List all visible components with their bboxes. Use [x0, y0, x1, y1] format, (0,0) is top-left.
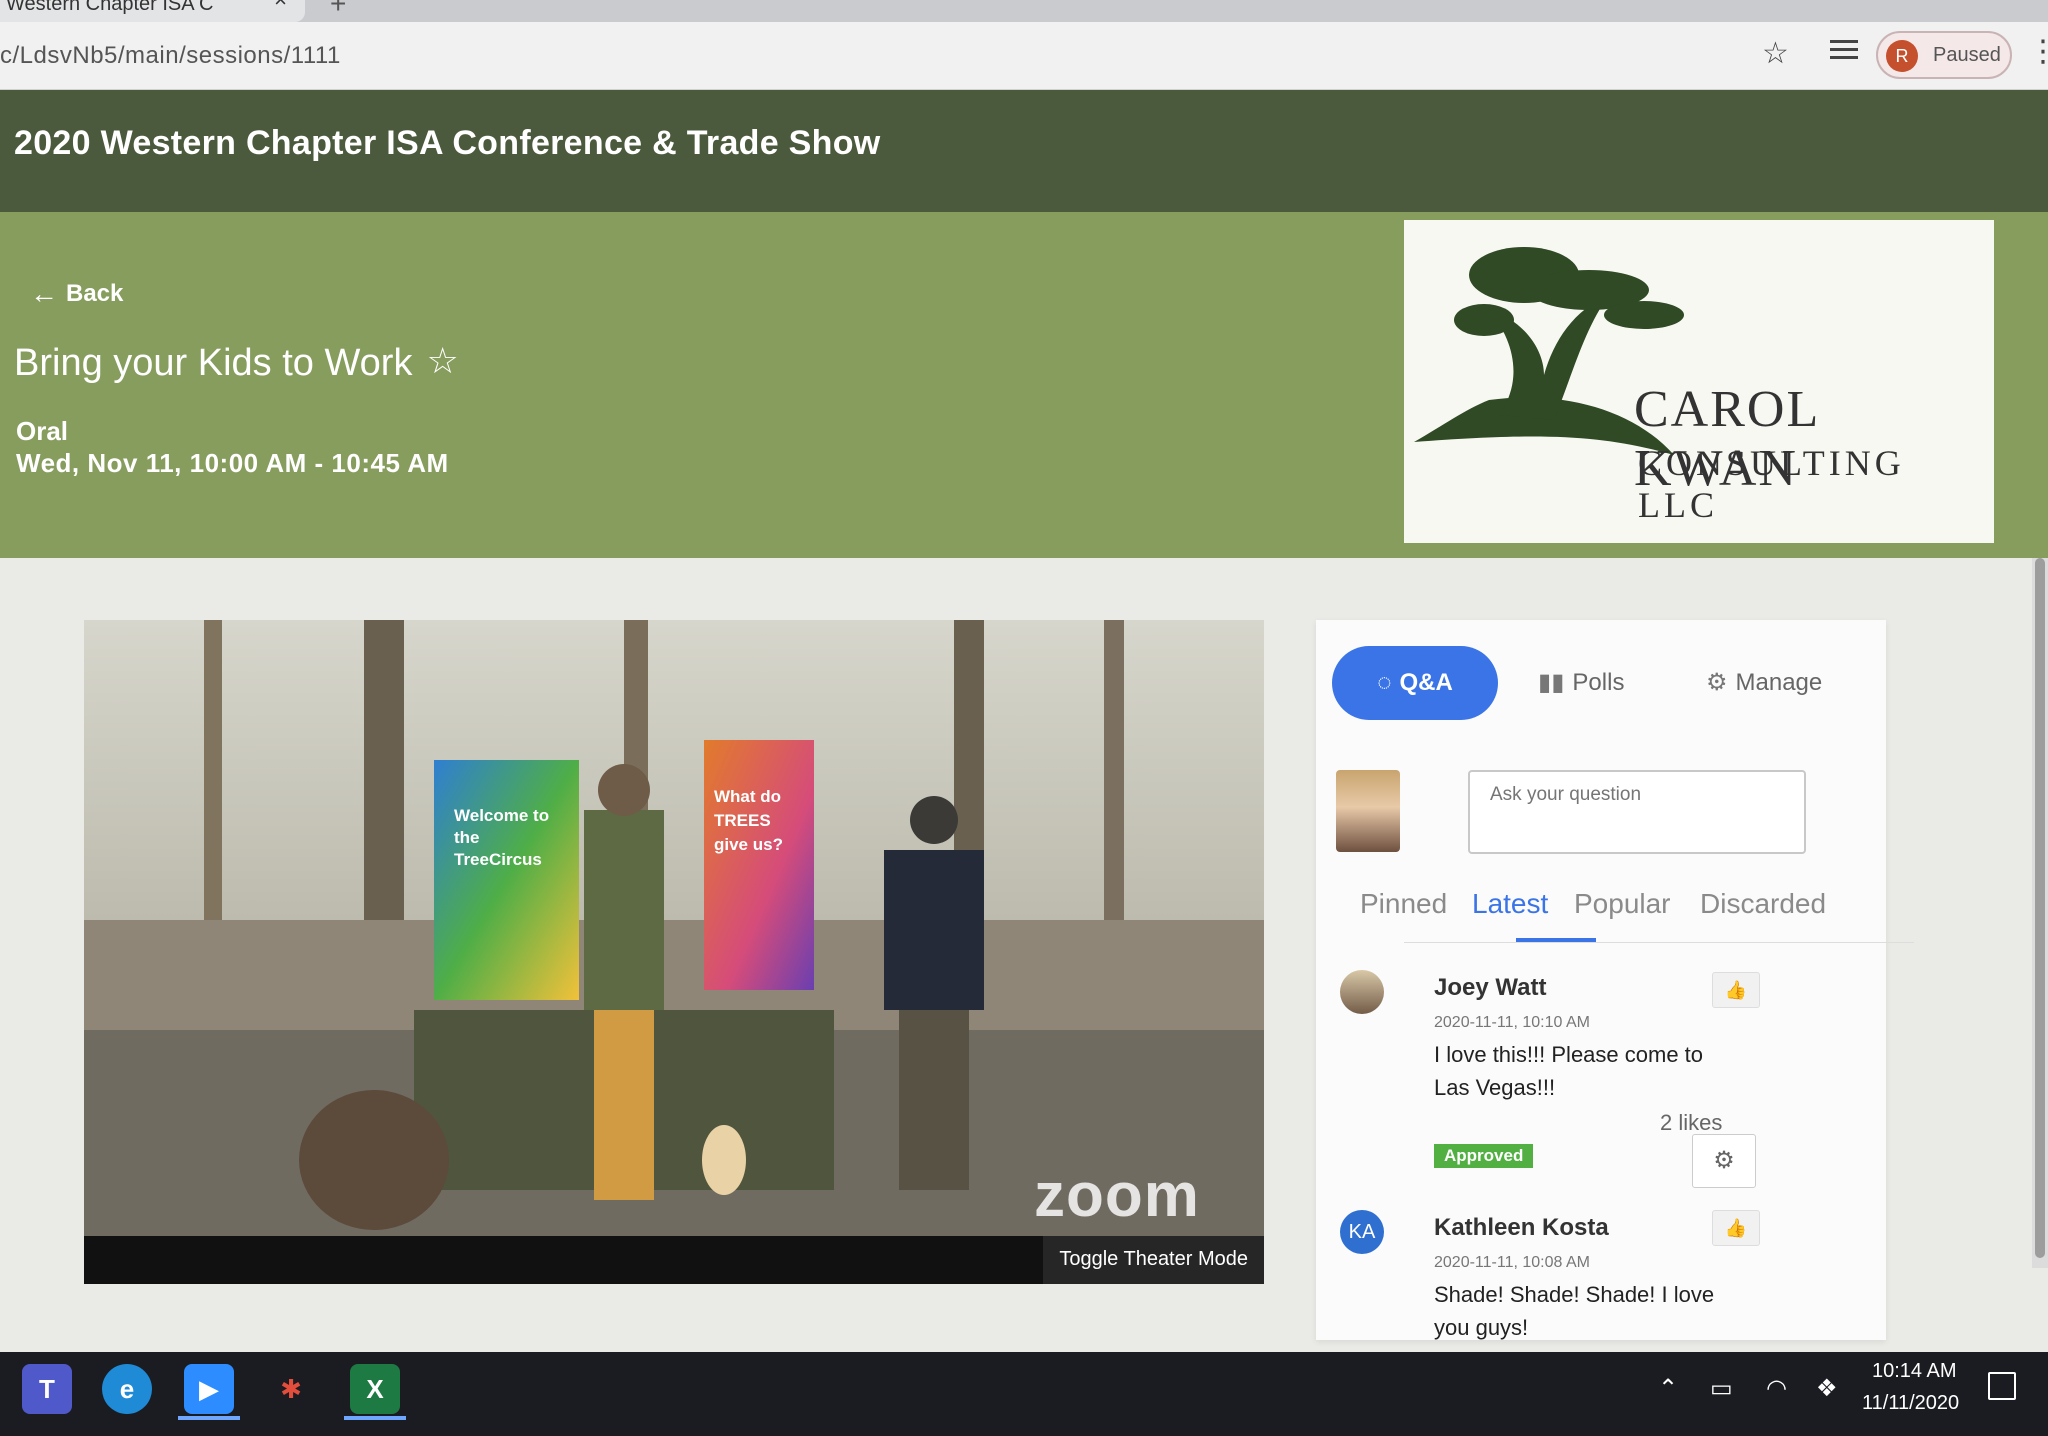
- sponsor-logo[interactable]: CAROL KWAN CONSULTING LLC: [1404, 220, 1994, 543]
- session-time: Wed, Nov 11, 10:00 AM - 10:45 AM: [16, 448, 449, 478]
- arrow-left-icon: ←: [30, 278, 58, 309]
- windows-taskbar: T e ▶ ✱ X ⌃ ▭ ◠ ❖ 10:14 AM 11/11/2020: [0, 1352, 2048, 1436]
- pinwheel-icon[interactable]: ✱: [266, 1364, 316, 1414]
- new-tab-icon[interactable]: +: [330, 0, 346, 20]
- edge-icon[interactable]: e: [102, 1364, 152, 1414]
- avatar: [1340, 970, 1384, 1014]
- zoom-watermark: zoom: [1034, 1161, 1200, 1230]
- sort-tab-pinned[interactable]: Pinned: [1360, 888, 1447, 920]
- gear-icon: ⚙: [1713, 1147, 1735, 1174]
- session-type: Oral: [16, 416, 69, 446]
- sort-divider: [1404, 942, 1914, 943]
- wifi-icon[interactable]: ◠: [1766, 1374, 1787, 1403]
- question-settings-button[interactable]: ⚙: [1692, 1134, 1756, 1188]
- reading-list-icon[interactable]: [1830, 40, 1858, 64]
- like-button[interactable]: 👍: [1712, 972, 1760, 1008]
- question-author: Joey Watt: [1434, 974, 1547, 1001]
- current-user-avatar: [1336, 770, 1400, 852]
- zoom-icon[interactable]: ▶: [184, 1364, 234, 1414]
- notification-icon[interactable]: [1988, 1372, 2016, 1400]
- thumbs-up-icon: 👍: [1724, 1218, 1748, 1238]
- likes-count: 2 likes: [1660, 1110, 1723, 1135]
- gear-icon: ⚙: [1706, 669, 1728, 696]
- site-title[interactable]: 2020 Western Chapter ISA Conference & Tr…: [14, 124, 881, 163]
- browser-tab-title: Western Chapter ISA C: [6, 0, 214, 15]
- sort-tab-popular[interactable]: Popular: [1574, 888, 1671, 920]
- browser-menu-icon[interactable]: ⋮: [2028, 34, 2048, 69]
- page-scrollbar[interactable]: [2032, 558, 2048, 1268]
- profile-avatar: R: [1886, 40, 1918, 72]
- clock-date[interactable]: 11/11/2020: [1862, 1392, 1959, 1415]
- address-bar[interactable]: c/LdsvNb5/main/sessions/1111 ☆ R Paused …: [0, 22, 2048, 90]
- toggle-theater-button[interactable]: Toggle Theater Mode: [1043, 1236, 1264, 1284]
- back-button[interactable]: ← Back: [30, 278, 123, 310]
- url-text[interactable]: c/LdsvNb5/main/sessions/1111: [0, 42, 341, 70]
- thumbs-up-icon: 👍: [1724, 980, 1748, 1000]
- question-date: 2020-11-11, 10:10 AM: [1434, 1014, 1590, 1031]
- zoom-active-indicator: [178, 1416, 240, 1420]
- back-label: Back: [66, 280, 124, 307]
- like-button[interactable]: 👍: [1712, 1210, 1760, 1246]
- sort-tab-discarded[interactable]: Discarded: [1700, 888, 1826, 920]
- active-sort-indicator: [1516, 938, 1596, 942]
- session-title: Bring your Kids to Work ☆: [14, 340, 459, 385]
- excel-active-indicator: [344, 1416, 406, 1420]
- video-player[interactable]: Welcome to the TreeCircus What do TREES …: [84, 620, 1264, 1284]
- avatar: KA: [1340, 1210, 1384, 1254]
- profile-button[interactable]: R Paused: [1876, 31, 2012, 79]
- chat-icon: ◌: [1377, 669, 1392, 696]
- session-hero: ← Back Bring your Kids to Work ☆ Oral Wed,…: [0, 212, 2048, 558]
- status-badge: Approved: [1434, 1144, 1534, 1168]
- sponsor-subtitle: CONSULTING LLC: [1638, 443, 1905, 525]
- clock-time[interactable]: 10:14 AM: [1872, 1360, 1957, 1383]
- site-header: 2020 Western Chapter ISA Conference & Tr…: [0, 90, 2048, 212]
- tab-qa[interactable]: ◌ Q&A: [1332, 646, 1498, 720]
- battery-icon[interactable]: ▭: [1710, 1374, 1733, 1403]
- question-date: 2020-11-11, 10:08 AM: [1434, 1254, 1590, 1271]
- session-content: Welcome to the TreeCircus What do TREES …: [0, 558, 2048, 1352]
- browser-tab[interactable]: Western Chapter ISA C ×: [0, 0, 305, 22]
- excel-icon[interactable]: X: [350, 1364, 400, 1414]
- qa-panel: ◌ Q&A ▮▮ Polls ⚙ Manage Pinned Latest Popul…: [1316, 620, 1914, 1340]
- teams-icon[interactable]: T: [22, 1364, 72, 1414]
- tab-manage[interactable]: ⚙ Manage: [1706, 668, 1822, 697]
- tab-qa-label: Q&A: [1399, 669, 1453, 696]
- scrollbar-thumb[interactable]: [2035, 558, 2045, 1258]
- session-title-text: Bring your Kids to Work: [14, 342, 413, 384]
- bar-chart-icon: ▮▮: [1538, 669, 1565, 696]
- question-text: I love this!!! Please come to Las Vegas!…: [1434, 1042, 1704, 1100]
- question-input[interactable]: [1468, 770, 1806, 854]
- close-icon[interactable]: ×: [274, 0, 287, 11]
- dropbox-icon[interactable]: ❖: [1816, 1374, 1838, 1403]
- sort-tabs: Pinned Latest Popular Discarded: [1360, 888, 1914, 943]
- question-author: Kathleen Kosta: [1434, 1214, 1609, 1241]
- favorite-star-icon[interactable]: ☆: [426, 340, 458, 381]
- bookmark-star-icon[interactable]: ☆: [1762, 36, 1789, 71]
- tab-manage-label: Manage: [1735, 669, 1823, 696]
- browser-tabstrip: Western Chapter ISA C × +: [0, 0, 2048, 22]
- profile-status: Paused: [1933, 44, 2001, 66]
- banner-right-text: What do TREES give us?: [714, 787, 783, 854]
- chevron-up-icon[interactable]: ⌃: [1658, 1374, 1678, 1403]
- banner-left-text: Welcome to the TreeCircus: [454, 806, 550, 869]
- question-text: Shade! Shade! Shade! I love you guys!: [1434, 1282, 1715, 1340]
- tab-polls[interactable]: ▮▮ Polls: [1538, 668, 1624, 697]
- tab-polls-label: Polls: [1572, 669, 1625, 696]
- sort-tab-latest[interactable]: Latest: [1472, 888, 1548, 920]
